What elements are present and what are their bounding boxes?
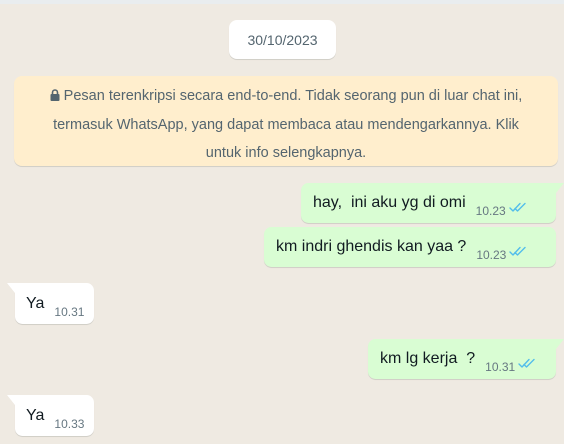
chat-panel[interactable]: 30/10/2023 Pesan terenkripsi secara end-…: [0, 0, 564, 444]
outgoing-message[interactable]: km lg kerja ? 10.31: [368, 339, 564, 379]
message-meta: 10.23: [476, 244, 527, 262]
lock-icon: [50, 83, 60, 111]
message-text: Ya: [26, 294, 45, 312]
date-separator: 30/10/2023: [229, 20, 336, 59]
message-time: 10.31: [485, 360, 516, 374]
double-check-icon: [509, 244, 527, 262]
outgoing-message[interactable]: hay, ini aku yg di omi 10.23: [301, 183, 564, 223]
outgoing-message[interactable]: km indri ghendis kan yaa ? 10.23: [264, 227, 556, 267]
message-time: 10.33: [54, 417, 85, 431]
encryption-notice-line-2: termasuk WhatsApp, yang dapat membaca at…: [53, 117, 519, 133]
incoming-message[interactable]: Ya 10.31: [7, 283, 94, 324]
incoming-message[interactable]: Ya 10.33: [7, 395, 94, 436]
message-text: hay, ini aku yg di omi: [313, 194, 466, 211]
message-meta: 10.31: [54, 305, 84, 319]
double-check-icon: [509, 200, 527, 218]
message-time: 10.31: [54, 305, 85, 319]
message-text: Ya: [26, 406, 45, 424]
message-meta: 10.31: [485, 356, 536, 374]
encryption-notice-line-3: untuk info selengkapnya.: [205, 145, 367, 161]
message-time: 10.23: [475, 204, 506, 218]
message-meta: 10.23: [476, 200, 527, 218]
message-text: km indri ghendis kan yaa ?: [276, 238, 467, 255]
message-meta: 10.33: [54, 417, 84, 431]
message-time: 10.23: [476, 248, 507, 262]
date-label: 30/10/2023: [247, 31, 318, 48]
encryption-notice[interactable]: Pesan terenkripsi secara end-to-end. Tid…: [14, 76, 558, 166]
double-check-icon: [518, 356, 536, 374]
encryption-notice-line-1: Pesan terenkripsi secara end-to-end. Tid…: [22, 82, 550, 111]
message-text: km lg kerja ?: [380, 350, 476, 367]
